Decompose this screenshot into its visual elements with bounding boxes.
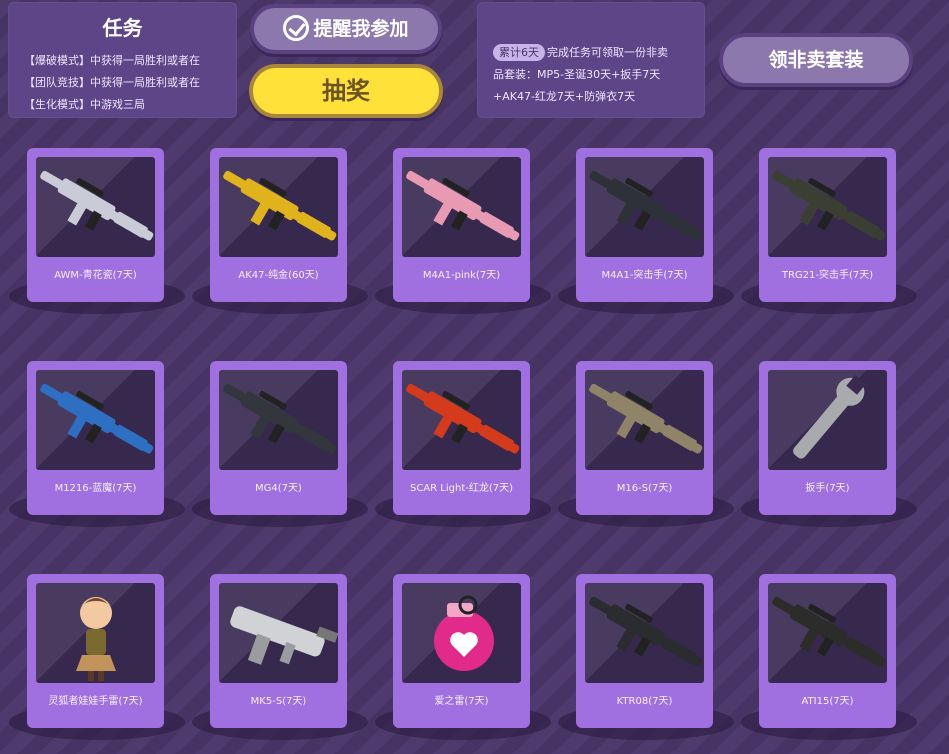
sniper-rifle-icon: [768, 157, 887, 257]
prize-label: M1216-蓝魔(7天): [54, 483, 137, 494]
prize-item: KTR08(7天): [558, 574, 751, 754]
smg-icon: [219, 583, 338, 683]
prize-card[interactable]: AWM-青花瓷(7天): [27, 148, 164, 302]
prize-item: AWM-青花瓷(7天): [9, 148, 202, 328]
prize-item: M16-S(7天): [558, 361, 751, 541]
claim-suit-button[interactable]: 领非卖套装: [719, 33, 913, 87]
task-panel: 任务 【爆破模式】中获得一局胜利或者在 【团队竞技】中获得一局胜利或者在 【生化…: [8, 2, 237, 118]
assault-rifle-icon: [768, 583, 887, 683]
prize-label: M16-S(7天): [616, 483, 673, 494]
prize-card[interactable]: ATI15(7天): [759, 574, 896, 728]
prize-item: MK5-S(7天): [192, 574, 385, 754]
prize-card[interactable]: M4A1-突击手(7天): [576, 148, 713, 302]
prize-card[interactable]: AK47-纯金(60天): [210, 148, 347, 302]
prize-item: 灵狐者娃娃手雷(7天): [9, 574, 202, 754]
heart-grenade-icon: [402, 583, 521, 683]
prize-item: M4A1-pink(7天): [375, 148, 568, 328]
prize-item: SCAR Light-红龙(7天): [375, 361, 568, 541]
prize-label: KTR08(7天): [616, 696, 673, 707]
prize-item: MG4(7天): [192, 361, 385, 541]
reward-info-panel: 累计6天 完成任务可领取一份非卖 品套装：MP5-圣诞30天+扳手7天 +AK47…: [477, 2, 705, 118]
prize-card[interactable]: M1216-蓝魔(7天): [27, 361, 164, 515]
prize-item: AK47-纯金(60天): [192, 148, 385, 328]
prize-card[interactable]: MK5-S(7天): [210, 574, 347, 728]
task-line: 【生化模式】中游戏三局: [24, 98, 145, 111]
prize-item: 扳手(7天): [741, 361, 934, 541]
lottery-button[interactable]: 抽奖: [249, 64, 443, 118]
prize-label: 爱之雷(7天): [434, 696, 489, 707]
prize-card[interactable]: TRG21-突击手(7天): [759, 148, 896, 302]
assault-rifle-icon: [585, 583, 704, 683]
prize-label: SCAR Light-红龙(7天): [409, 483, 514, 494]
ak47-rifle-icon: [219, 157, 338, 257]
wrench-icon: [768, 370, 887, 470]
prize-card[interactable]: SCAR Light-红龙(7天): [393, 361, 530, 515]
prize-card[interactable]: KTR08(7天): [576, 574, 713, 728]
prize-label: MK5-S(7天): [250, 696, 307, 707]
task-title: 任务: [102, 16, 143, 40]
prize-item: M4A1-突击手(7天): [558, 148, 751, 328]
prize-label: ATI15(7天): [801, 696, 854, 707]
task-line: 【团队竞技】中获得一局胜利或者在: [24, 76, 200, 89]
reward-info-text: 累计6天 完成任务可领取一份非卖 品套装：MP5-圣诞30天+扳手7天 +AK47…: [493, 42, 698, 108]
shotgun-icon: [36, 370, 155, 470]
prize-card[interactable]: M16-S(7天): [576, 361, 713, 515]
prize-item: ATI15(7天): [741, 574, 934, 754]
prize-label: AWM-青花瓷(7天): [54, 270, 137, 281]
prize-card[interactable]: 爱之雷(7天): [393, 574, 530, 728]
remind-me-button[interactable]: 提醒我参加: [250, 4, 442, 54]
sniper-rifle-icon: [36, 157, 155, 257]
days-badge: 累计6天: [493, 44, 545, 61]
prize-label: AK47-纯金(60天): [238, 270, 319, 281]
prize-label: M4A1-突击手(7天): [601, 270, 688, 281]
reward-info-line: +AK47-红龙7天+防弹衣7天: [493, 90, 636, 103]
doll-grenade-icon: [36, 583, 155, 683]
prize-item: M1216-蓝魔(7天): [9, 361, 202, 541]
prize-label: 灵狐者娃娃手雷(7天): [48, 696, 143, 707]
prize-label: MG4(7天): [255, 483, 302, 494]
prize-card[interactable]: 灵狐者娃娃手雷(7天): [27, 574, 164, 728]
task-line: 【爆破模式】中获得一局胜利或者在: [24, 54, 200, 67]
m16-rifle-icon: [585, 370, 704, 470]
prize-label: TRG21-突击手(7天): [781, 270, 874, 281]
checkmark-icon: [283, 14, 310, 41]
prize-item: TRG21-突击手(7天): [741, 148, 934, 328]
prize-item: 爱之雷(7天): [375, 574, 568, 754]
machine-gun-icon: [219, 370, 338, 470]
task-requirements: 【爆破模式】中获得一局胜利或者在 【团队竞技】中获得一局胜利或者在 【生化模式】…: [24, 50, 234, 116]
m4a1-rifle-icon: [402, 157, 521, 257]
remind-me-label: 提醒我参加: [313, 18, 409, 40]
prize-card[interactable]: M4A1-pink(7天): [393, 148, 530, 302]
scar-rifle-icon: [402, 370, 521, 470]
reward-info-line: 品套装：MP5-圣诞30天+扳手7天: [493, 68, 661, 81]
prize-label: M4A1-pink(7天): [422, 270, 501, 281]
prize-card[interactable]: 扳手(7天): [759, 361, 896, 515]
reward-info-line: 完成任务可领取一份非卖: [547, 46, 668, 59]
m4a1-rifle-icon: [585, 157, 704, 257]
prize-card[interactable]: MG4(7天): [210, 361, 347, 515]
prize-label: 扳手(7天): [805, 483, 850, 494]
